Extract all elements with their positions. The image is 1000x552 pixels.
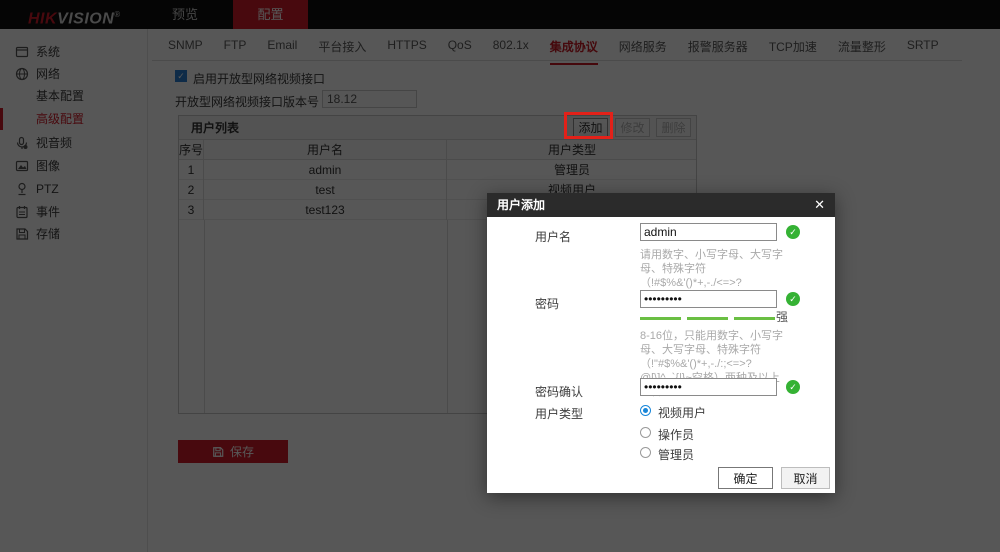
cancel-button[interactable]: 取消: [781, 467, 830, 489]
confirm-password-label: 密码确认: [535, 385, 584, 399]
radio-icon: [640, 447, 651, 458]
valid-check-icon: ✓: [786, 225, 800, 239]
close-icon[interactable]: ✕: [814, 193, 825, 217]
radio-label: 视频用户: [658, 406, 707, 420]
radio-label: 操作员: [658, 428, 695, 442]
dialog-title: 用户添加: [497, 198, 546, 212]
dialog-header: 用户添加 ✕: [487, 193, 835, 217]
strength-label: 强: [776, 310, 789, 324]
password-input[interactable]: [640, 290, 777, 308]
red-highlight-annotation: [564, 112, 613, 139]
radio-icon: [640, 405, 651, 416]
strength-segment: [734, 317, 775, 320]
radio-icon: [640, 427, 651, 438]
ok-button[interactable]: 确定: [718, 467, 773, 489]
add-user-dialog: 用户添加 ✕ 用户名 ✓ 请用数字、小写字母、大写字母、特殊字符（!#$%&'(…: [487, 193, 835, 493]
page: HIKVISION® 预览 配置 系统 网络 基本配置 高级配置 视音频 图像: [0, 0, 1000, 552]
strength-segment: [640, 317, 681, 320]
username-input[interactable]: [640, 223, 777, 241]
strength-segment: [687, 317, 728, 320]
usertype-label: 用户类型: [535, 407, 584, 421]
password-label: 密码: [535, 297, 560, 311]
password-strength-meter: [640, 314, 785, 324]
confirm-password-input[interactable]: [640, 378, 777, 396]
username-label: 用户名: [535, 230, 572, 244]
radio-label: 管理员: [658, 448, 695, 462]
valid-check-icon: ✓: [786, 380, 800, 394]
valid-check-icon: ✓: [786, 292, 800, 306]
